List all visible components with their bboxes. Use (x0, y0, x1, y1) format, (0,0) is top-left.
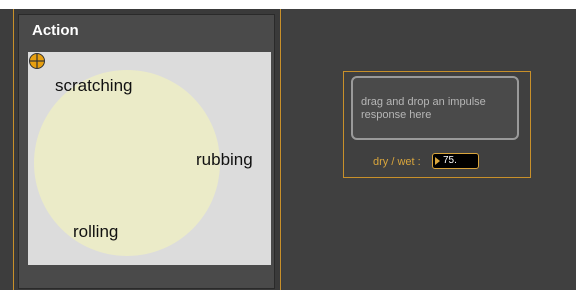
top-edge (0, 0, 576, 9)
impulse-drop-zone[interactable]: drag and drop an impulse response here (351, 76, 519, 140)
impulse-response-panel: drag and drop an impulse response here d… (343, 71, 531, 178)
dry-wet-label: dry / wet : (373, 156, 421, 168)
dry-wet-value: 75. (443, 155, 457, 166)
right-area: drag and drop an impulse response here d… (282, 9, 576, 290)
drop-zone-text: drag and drop an impulse response here (361, 96, 486, 121)
action-title: Action (32, 22, 79, 39)
label-scratching: scratching (55, 76, 133, 95)
label-rolling: rolling (73, 222, 119, 241)
action-canvas[interactable]: scratching rubbing rolling (28, 52, 271, 265)
action-panel: Action scratching rubbing rolling (13, 9, 281, 290)
label-rubbing: rubbing (196, 150, 253, 169)
action-box: Action scratching rubbing rolling (18, 14, 275, 289)
action-circle (34, 70, 220, 256)
triangle-right-icon (435, 157, 440, 165)
crosshair-icon[interactable] (28, 52, 46, 70)
dry-wet-number-box[interactable]: 75. (432, 153, 479, 169)
bottom-edge (0, 290, 576, 294)
